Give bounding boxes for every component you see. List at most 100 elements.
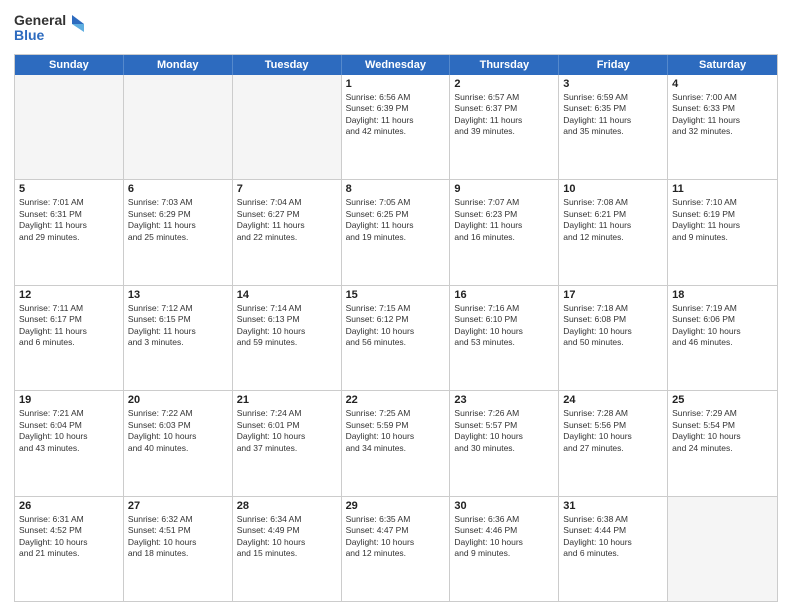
day-info: Sunrise: 6:56 AM Sunset: 6:39 PM Dayligh…: [346, 92, 446, 138]
day-header-monday: Monday: [124, 55, 233, 75]
day-number: 12: [19, 289, 119, 301]
calendar-cell: 29 Sunrise: 6:35 AM Sunset: 4:47 PM Dayli…: [342, 497, 451, 601]
day-info: Sunrise: 7:11 AM Sunset: 6:17 PM Dayligh…: [19, 303, 119, 349]
day-info: Sunrise: 7:28 AM Sunset: 5:56 PM Dayligh…: [563, 408, 663, 454]
calendar-cell: 30Sunrise: 6:36 AM Sunset: 4:46 PM Dayli…: [450, 497, 559, 601]
calendar-cell: 9Sunrise: 7:07 AM Sunset: 6:23 PM Daylig…: [450, 180, 559, 284]
day-info: Sunrise: 6:57 AM Sunset: 6:37 PM Dayligh…: [454, 92, 554, 138]
day-info: Sunrise: 6:34 AM Sunset: 4:49 PM Dayligh…: [237, 514, 337, 560]
calendar-cell: [124, 75, 233, 179]
day-info: Sunrise: 6:31 AM Sunset: 4:52 PM Dayligh…: [19, 514, 119, 560]
day-info: Sunrise: 7:22 AM Sunset: 6:03 PM Dayligh…: [128, 408, 228, 454]
calendar-cell: 5 Sunrise: 7:01 AM Sunset: 6:31 PM Daylig…: [15, 180, 124, 284]
day-number: 19: [19, 394, 119, 406]
day-number: 13: [128, 289, 228, 301]
day-number: 10: [563, 183, 663, 195]
day-number: 31: [563, 500, 663, 512]
day-info: Sunrise: 7:10 AM Sunset: 6:19 PM Dayligh…: [672, 197, 773, 243]
day-info: Sunrise: 7:15 AM Sunset: 6:12 PM Dayligh…: [346, 303, 446, 349]
day-number: 20: [128, 394, 228, 406]
page-container: GeneralBlue SundayMondayTuesdayWednesday…: [0, 0, 792, 612]
calendar-cell: 31Sunrise: 6:38 AM Sunset: 4:44 PM Dayli…: [559, 497, 668, 601]
calendar-cell: 12 Sunrise: 7:11 AM Sunset: 6:17 PM Dayli…: [15, 286, 124, 390]
day-number: 16: [454, 289, 554, 301]
day-number: 25: [672, 394, 773, 406]
day-info: Sunrise: 7:01 AM Sunset: 6:31 PM Dayligh…: [19, 197, 119, 243]
day-info: Sunrise: 6:35 AM Sunset: 4:47 PM Dayligh…: [346, 514, 446, 560]
calendar-cell: 24Sunrise: 7:28 AM Sunset: 5:56 PM Dayli…: [559, 391, 668, 495]
day-info: Sunrise: 7:26 AM Sunset: 5:57 PM Dayligh…: [454, 408, 554, 454]
calendar-cell: 14 Sunrise: 7:14 AM Sunset: 6:13 PM Dayli…: [233, 286, 342, 390]
day-info: Sunrise: 7:05 AM Sunset: 6:25 PM Dayligh…: [346, 197, 446, 243]
day-header-thursday: Thursday: [450, 55, 559, 75]
day-header-friday: Friday: [559, 55, 668, 75]
calendar-cell: 10 Sunrise: 7:08 AM Sunset: 6:21 PM Dayli…: [559, 180, 668, 284]
day-info: Sunrise: 7:29 AM Sunset: 5:54 PM Dayligh…: [672, 408, 773, 454]
day-number: 18: [672, 289, 773, 301]
calendar-cell: 4Sunrise: 7:00 AM Sunset: 6:33 PM Daylig…: [668, 75, 777, 179]
day-info: Sunrise: 7:16 AM Sunset: 6:10 PM Dayligh…: [454, 303, 554, 349]
logo-svg: GeneralBlue: [14, 10, 94, 46]
calendar-cell: 25 Sunrise: 7:29 AM Sunset: 5:54 PM Dayli…: [668, 391, 777, 495]
day-number: 11: [672, 183, 773, 195]
calendar-cell: 23 Sunrise: 7:26 AM Sunset: 5:57 PM Dayli…: [450, 391, 559, 495]
day-number: 23: [454, 394, 554, 406]
day-number: 14: [237, 289, 337, 301]
calendar-cell: 17 Sunrise: 7:18 AM Sunset: 6:08 PM Dayli…: [559, 286, 668, 390]
day-info: Sunrise: 7:25 AM Sunset: 5:59 PM Dayligh…: [346, 408, 446, 454]
day-header-saturday: Saturday: [668, 55, 777, 75]
day-info: Sunrise: 7:12 AM Sunset: 6:15 PM Dayligh…: [128, 303, 228, 349]
calendar-cell: 20 Sunrise: 7:22 AM Sunset: 6:03 PM Dayli…: [124, 391, 233, 495]
calendar-header: SundayMondayTuesdayWednesdayThursdayFrid…: [15, 55, 777, 75]
calendar-cell: 16 Sunrise: 7:16 AM Sunset: 6:10 PM Dayli…: [450, 286, 559, 390]
calendar-cell: 13 Sunrise: 7:12 AM Sunset: 6:15 PM Dayli…: [124, 286, 233, 390]
calendar-cell: 11 Sunrise: 7:10 AM Sunset: 6:19 PM Dayli…: [668, 180, 777, 284]
day-number: 17: [563, 289, 663, 301]
day-number: 15: [346, 289, 446, 301]
calendar-cell: 2 Sunrise: 6:57 AM Sunset: 6:37 PM Daylig…: [450, 75, 559, 179]
day-info: Sunrise: 7:24 AM Sunset: 6:01 PM Dayligh…: [237, 408, 337, 454]
calendar-cell: 1 Sunrise: 6:56 AM Sunset: 6:39 PM Daylig…: [342, 75, 451, 179]
day-number: 22: [346, 394, 446, 406]
day-number: 26: [19, 500, 119, 512]
day-number: 7: [237, 183, 337, 195]
calendar: SundayMondayTuesdayWednesdayThursdayFrid…: [14, 54, 778, 602]
calendar-cell: 18 Sunrise: 7:19 AM Sunset: 6:06 PM Dayli…: [668, 286, 777, 390]
day-header-wednesday: Wednesday: [342, 55, 451, 75]
day-info: Sunrise: 6:32 AM Sunset: 4:51 PM Dayligh…: [128, 514, 228, 560]
calendar-cell: 19 Sunrise: 7:21 AM Sunset: 6:04 PM Dayli…: [15, 391, 124, 495]
day-number: 2: [454, 78, 554, 90]
day-number: 5: [19, 183, 119, 195]
day-info: Sunrise: 7:21 AM Sunset: 6:04 PM Dayligh…: [19, 408, 119, 454]
day-number: 3: [563, 78, 663, 90]
calendar-cell: 27Sunrise: 6:32 AM Sunset: 4:51 PM Dayli…: [124, 497, 233, 601]
day-number: 21: [237, 394, 337, 406]
calendar-cell: 15 Sunrise: 7:15 AM Sunset: 6:12 PM Dayli…: [342, 286, 451, 390]
logo: GeneralBlue: [14, 10, 94, 46]
calendar-cell: 22 Sunrise: 7:25 AM Sunset: 5:59 PM Dayli…: [342, 391, 451, 495]
day-number: 28: [237, 500, 337, 512]
day-number: 6: [128, 183, 228, 195]
day-info: Sunrise: 7:19 AM Sunset: 6:06 PM Dayligh…: [672, 303, 773, 349]
calendar-cell: 7Sunrise: 7:04 AM Sunset: 6:27 PM Daylig…: [233, 180, 342, 284]
day-info: Sunrise: 6:36 AM Sunset: 4:46 PM Dayligh…: [454, 514, 554, 560]
calendar-cell: 21 Sunrise: 7:24 AM Sunset: 6:01 PM Dayli…: [233, 391, 342, 495]
day-number: 29: [346, 500, 446, 512]
day-number: 1: [346, 78, 446, 90]
calendar-cell: [668, 497, 777, 601]
svg-text:General: General: [14, 12, 66, 28]
day-info: Sunrise: 7:03 AM Sunset: 6:29 PM Dayligh…: [128, 197, 228, 243]
day-info: Sunrise: 7:08 AM Sunset: 6:21 PM Dayligh…: [563, 197, 663, 243]
calendar-week-5: 26 Sunrise: 6:31 AM Sunset: 4:52 PM Dayli…: [15, 496, 777, 601]
day-info: Sunrise: 7:18 AM Sunset: 6:08 PM Dayligh…: [563, 303, 663, 349]
day-header-sunday: Sunday: [15, 55, 124, 75]
calendar-cell: 26 Sunrise: 6:31 AM Sunset: 4:52 PM Dayli…: [15, 497, 124, 601]
calendar-week-1: 1 Sunrise: 6:56 AM Sunset: 6:39 PM Daylig…: [15, 75, 777, 179]
page-header: GeneralBlue: [14, 10, 778, 46]
calendar-cell: 6 Sunrise: 7:03 AM Sunset: 6:29 PM Daylig…: [124, 180, 233, 284]
calendar-week-2: 5 Sunrise: 7:01 AM Sunset: 6:31 PM Daylig…: [15, 179, 777, 284]
calendar-cell: [15, 75, 124, 179]
day-info: Sunrise: 7:14 AM Sunset: 6:13 PM Dayligh…: [237, 303, 337, 349]
calendar-cell: 3Sunrise: 6:59 AM Sunset: 6:35 PM Daylig…: [559, 75, 668, 179]
day-info: Sunrise: 7:07 AM Sunset: 6:23 PM Dayligh…: [454, 197, 554, 243]
